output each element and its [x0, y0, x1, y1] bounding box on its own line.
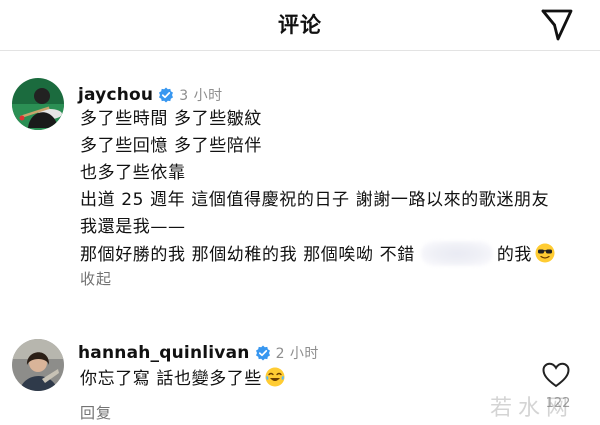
header-bar: 评论 — [0, 0, 600, 50]
comment-2-body: 你忘了寫 話也變多了些 — [80, 366, 285, 393]
comment-1-header: jaychou 3 小时 — [78, 84, 223, 106]
header-divider — [0, 50, 600, 51]
page-title: 评论 — [278, 13, 322, 37]
avatar-jaychou[interactable] — [12, 78, 64, 130]
comment-text: 你忘了寫 話也變多了些 — [80, 369, 263, 389]
comment-username[interactable]: hannah_quinlivan — [78, 343, 250, 363]
blurred-text — [420, 241, 493, 266]
verified-badge-icon — [255, 345, 270, 361]
comment-line: 多了些回憶 多了些陪伴 — [80, 136, 263, 156]
watermark-text: 若水网 — [490, 396, 575, 421]
comment-time: 3 小时 — [179, 88, 223, 104]
comment-2-header: hannah_quinlivan 2 小时 — [78, 342, 319, 364]
avatar-hannah-quinlivan[interactable] — [12, 339, 64, 391]
comment-line: 我還是我—— — [80, 217, 186, 237]
paper-plane-icon[interactable] — [538, 5, 576, 43]
comment-line: 也多了些依靠 — [80, 163, 186, 183]
comment-last-line: 那個好勝的我 那個幼稚的我 那個唉呦 不錯 的我 — [80, 241, 555, 269]
comment-line: 你忘了寫 話也變多了些 — [80, 366, 285, 393]
sunglasses-emoji — [535, 243, 555, 263]
collapse-button[interactable]: 收起 — [80, 268, 112, 289]
reply-button[interactable]: 回复 — [80, 402, 112, 423]
heart-outline-icon[interactable] — [541, 361, 571, 389]
comment-time: 2 小时 — [275, 346, 319, 362]
comment-line: 出道 25 週年 這個值得慶祝的日子 謝謝一路以來的歌迷朋友 — [80, 190, 550, 210]
comments-screen: 评论 jaychou 3 小时 多了些時間 多了些皺紋 多了些回憶 多了些陪伴 … — [0, 0, 600, 425]
comment-line-part: 那個好勝的我 那個幼稚的我 那個唉呦 不錯 — [80, 245, 415, 265]
tears-of-joy-emoji — [265, 367, 285, 387]
comment-username[interactable]: jaychou — [78, 85, 153, 105]
comment-line-part: 的我 — [496, 245, 533, 265]
comment-1-body: 多了些時間 多了些皺紋 多了些回憶 多了些陪伴 也多了些依靠 出道 25 週年 … — [80, 106, 555, 269]
verified-badge-icon — [159, 87, 174, 103]
comment-line: 多了些時間 多了些皺紋 — [80, 109, 263, 129]
